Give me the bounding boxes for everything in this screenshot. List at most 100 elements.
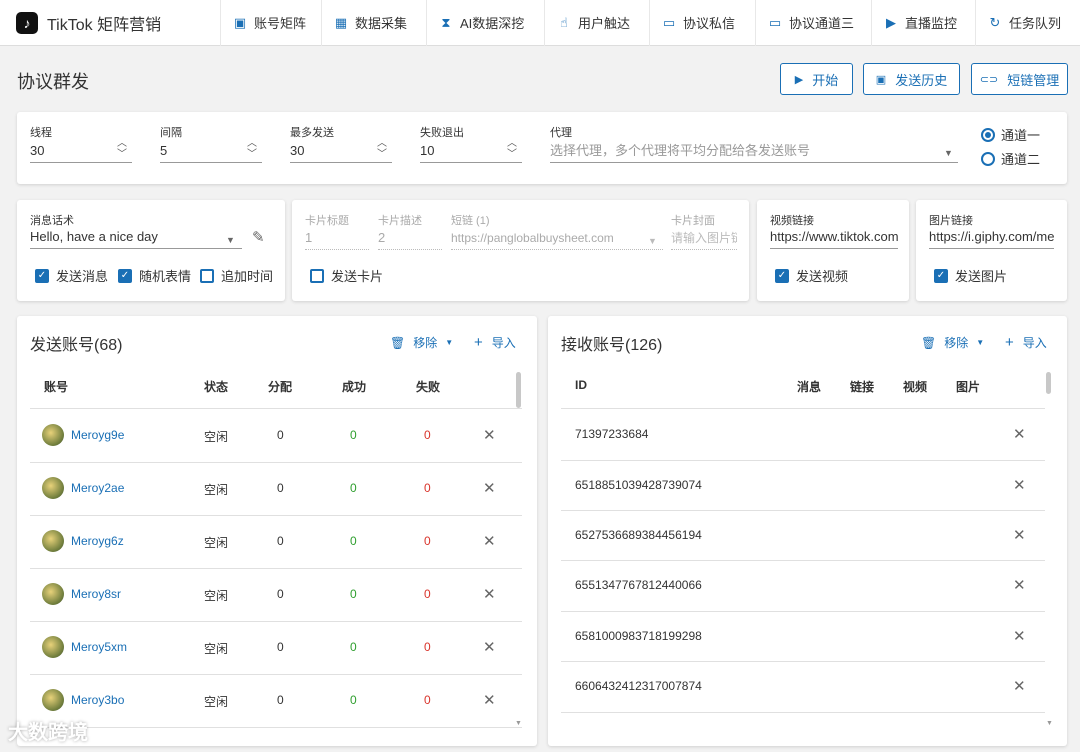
card-shortlink-select[interactable]: https://panglobalbuysheet.com <box>451 228 663 250</box>
shortlink-manage-button[interactable]: ⊂⊃ 短链管理 <box>971 63 1068 95</box>
checkbox-checked-icon: ✓ <box>775 268 789 283</box>
chevron-down-icon[interactable]: ▼ <box>648 236 657 246</box>
close-icon[interactable]: ✕ <box>483 479 496 497</box>
fail-cell: 0 <box>424 534 431 548</box>
receiver-id-cell: 6606432412317007874 <box>575 679 702 693</box>
account-name-link[interactable]: Meroy3bo <box>71 693 124 707</box>
image-link-input[interactable]: https://i.giphy.com/media <box>929 227 1054 249</box>
account-name-link[interactable]: Meroyg6z <box>71 534 124 548</box>
close-icon[interactable]: ✕ <box>1013 476 1026 494</box>
send-card-checkbox[interactable]: 发送卡片 <box>310 266 383 285</box>
message-select[interactable]: Hello, have a nice day <box>30 227 242 249</box>
nav-protocol-channel3[interactable]: ▭ 协议通道三 <box>755 0 871 46</box>
threads-stepper-icon[interactable]: ︿ ﹀ <box>116 138 128 164</box>
receivers-scrollbar[interactable] <box>1046 372 1051 394</box>
nav-protocol-dm[interactable]: ▭ 协议私信 <box>649 0 755 46</box>
close-icon[interactable]: ✕ <box>1013 576 1026 594</box>
close-icon[interactable]: ✕ <box>483 532 496 550</box>
nav-ai-mining[interactable]: ⧗ AI数据深挖 <box>426 0 544 46</box>
table-row[interactable]: 6551347767812440066 ✕ <box>561 561 1045 612</box>
col-success: 成功 <box>342 380 367 394</box>
close-icon[interactable]: ✕ <box>483 585 496 603</box>
table-row[interactable]: 6606432412317007874 ✕ <box>561 662 1045 713</box>
edit-pencil-icon[interactable]: ✎ <box>252 228 265 246</box>
chevron-down-icon[interactable]: ▼ <box>226 235 235 245</box>
card-desc-input[interactable]: 2 <box>378 228 442 250</box>
nav-data-collection[interactable]: ▦ 数据采集 <box>321 0 426 46</box>
close-icon[interactable]: ✕ <box>483 426 496 444</box>
send-image-checkbox[interactable]: ✓ 发送图片 <box>934 266 1007 285</box>
nav-user-reach[interactable]: ☝ 用户触达 <box>544 0 649 46</box>
close-icon[interactable]: ✕ <box>1013 627 1026 645</box>
table-row[interactable]: Meroy5xm 空闲 0 0 0 ✕ <box>30 622 522 675</box>
receiver-id-cell: 6551347767812440066 <box>575 578 702 592</box>
close-icon[interactable]: ✕ <box>483 691 496 709</box>
fail-exit-stepper-icon[interactable]: ︿ ﹀ <box>506 138 518 164</box>
fail-cell: 0 <box>424 587 431 601</box>
send-message-checkbox[interactable]: ✓ 发送消息 <box>35 266 108 285</box>
table-row[interactable]: Meroyg9e 空闲 0 0 0 ✕ <box>30 410 522 463</box>
card-title-label: 卡片标题 <box>305 215 349 227</box>
nav-live-monitor[interactable]: ▶ 直播监控 <box>871 0 975 46</box>
nav-task-queue[interactable]: ↻ 任务队列 <box>975 0 1080 46</box>
interval-stepper-icon[interactable]: ︿ ﹀ <box>246 138 258 164</box>
proxy-select[interactable]: 选择代理，多个代理将平均分配给各发送账号 <box>550 141 958 163</box>
start-button[interactable]: ▶ 开始 <box>780 63 853 95</box>
receiver-id-cell: 6581000983718199298 <box>575 629 702 643</box>
close-icon[interactable]: ✕ <box>483 638 496 656</box>
table-row[interactable]: Meroy8sr 空闲 0 0 0 ✕ <box>30 569 522 622</box>
video-link-input[interactable]: https://www.tiktok.com <box>770 227 898 249</box>
start-label: 开始 <box>812 72 839 88</box>
channel1-radio[interactable]: 通道一 <box>981 125 1040 144</box>
receivers-remove-button[interactable]: 🗑 移除 ▼ <box>921 334 984 351</box>
nav-account-matrix[interactable]: ▣ 账号矩阵 <box>220 0 321 46</box>
receiver-id-cell: 6518851039428739074 <box>575 478 702 492</box>
senders-import-button[interactable]: + 导入 <box>474 334 516 351</box>
card-cover-input[interactable]: 请输入图片链接 <box>671 228 737 250</box>
account-name-link[interactable]: Meroy2ae <box>71 481 124 495</box>
avatar <box>42 477 64 499</box>
card-title-input[interactable]: 1 <box>305 228 369 250</box>
senders-scrollbar[interactable] <box>516 372 521 408</box>
app-title: TikTok 矩阵营销 <box>47 16 162 34</box>
status-cell: 空闲 <box>204 695 229 709</box>
scroll-down-icon[interactable]: ▼ <box>515 720 522 727</box>
import-label: 导入 <box>491 336 516 350</box>
assigned-cell: 0 <box>277 640 284 654</box>
table-row[interactable]: Meroyg6z 空闲 0 0 0 ✕ <box>30 516 522 569</box>
nav-label: 协议通道三 <box>789 16 855 31</box>
close-icon[interactable]: ✕ <box>1013 425 1026 443</box>
send-video-checkbox[interactable]: ✓ 发送视频 <box>775 266 848 285</box>
success-cell: 0 <box>350 428 357 442</box>
receivers-import-button[interactable]: + 导入 <box>1005 334 1047 351</box>
account-name-link[interactable]: Meroy8sr <box>71 587 121 601</box>
account-name-link[interactable]: Meroyg9e <box>71 428 124 442</box>
chevron-down-icon[interactable]: ▼ <box>944 148 953 158</box>
close-icon[interactable]: ✕ <box>1013 677 1026 695</box>
send-image-label: 发送图片 <box>955 269 1008 284</box>
close-icon[interactable]: ✕ <box>1013 526 1026 544</box>
table-row[interactable]: 71397233684 ✕ <box>561 410 1045 461</box>
shortlink-label: 短链管理 <box>1007 72 1060 88</box>
account-name-link[interactable]: Meroy5xm <box>71 640 127 654</box>
send-history-button[interactable]: ▣ 发送历史 <box>863 63 960 95</box>
table-row[interactable]: 6518851039428739074 ✕ <box>561 461 1045 511</box>
fail-exit-label: 失败退出 <box>420 127 464 139</box>
top-nav-bar: ♪ TikTok 矩阵营销 ▣ 账号矩阵 ▦ 数据采集 ⧗ AI数据深挖 ☝ 用户触达 … <box>0 0 1080 46</box>
table-row[interactable]: Meroy3bo 空闲 0 0 0 ✕ <box>30 675 522 728</box>
video-card: 视频链接 https://www.tiktok.com ✓ 发送视频 <box>757 200 909 301</box>
append-time-checkbox[interactable]: 追加时间 <box>200 266 273 285</box>
nav-label: 数据采集 <box>355 16 408 31</box>
table-row[interactable]: 6581000983718199298 ✕ <box>561 612 1045 662</box>
refresh-icon: ↻ <box>989 14 1001 30</box>
table-row[interactable]: 6527536689384456194 ✕ <box>561 511 1045 561</box>
success-cell: 0 <box>350 534 357 548</box>
random-emoji-checkbox[interactable]: ✓ 随机表情 <box>118 266 191 285</box>
max-send-stepper-icon[interactable]: ︿ ﹀ <box>376 138 388 164</box>
receivers-table-header: ID 消息 链接 视频 图片 <box>561 363 1045 409</box>
import-label: 导入 <box>1022 336 1047 350</box>
scroll-down-icon[interactable]: ▼ <box>1046 720 1053 727</box>
channel2-radio[interactable]: 通道二 <box>981 149 1040 168</box>
table-row[interactable]: Meroy2ae 空闲 0 0 0 ✕ <box>30 463 522 516</box>
senders-remove-button[interactable]: 🗑 移除 ▼ <box>390 334 453 351</box>
